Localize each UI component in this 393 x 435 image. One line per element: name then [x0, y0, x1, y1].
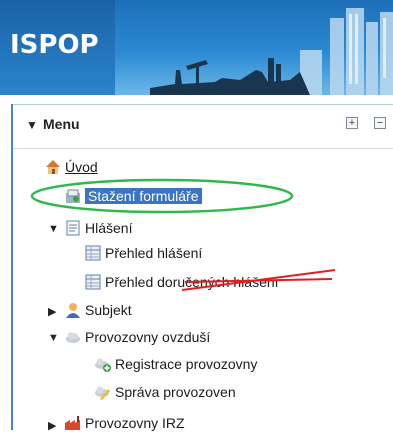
expand-arrow-icon[interactable]: ▼	[48, 332, 59, 344]
tree-item-label: Správa provozoven	[115, 384, 236, 400]
app-banner: ISPOP	[0, 0, 393, 95]
tree-item-sprava-provozoven[interactable]: Správa provozoven	[94, 382, 236, 402]
factory-icon	[64, 414, 82, 432]
tree-item-registrace-provozovny[interactable]: Registrace provozovny	[94, 354, 257, 374]
table-icon	[84, 244, 102, 262]
menu-title: Menu	[43, 116, 80, 132]
tree-item-label: Subjekt	[85, 302, 132, 318]
tree-item-label: Přehled doručených hlášení	[105, 274, 279, 290]
tree-item-provozovny-ovzdusi[interactable]: Provozovny ovzduší	[64, 327, 210, 347]
document-icon	[64, 219, 82, 237]
tree-item-stazeni-formulare[interactable]: Stažení formuláře	[64, 186, 202, 206]
tree-item-label: Provozovny IRZ	[85, 415, 185, 431]
panel-header-divider	[13, 148, 393, 149]
tree-item-label: Provozovny ovzduší	[85, 329, 211, 345]
collapse-triangle-icon[interactable]: ▼	[26, 118, 38, 132]
panel-left-border	[11, 104, 13, 430]
tree-item-subjekt[interactable]: Subjekt	[64, 300, 132, 320]
tree-item-label: Přehled hlášení	[105, 245, 203, 261]
expand-arrow-icon[interactable]: ▼	[48, 223, 59, 235]
tree-item-provozovny-irz[interactable]: Provozovny IRZ	[64, 413, 185, 433]
cloud-add-icon	[94, 355, 112, 373]
cloud-icon	[64, 328, 82, 346]
tree-item-label: Registrace provozovny	[115, 356, 258, 372]
tree-item-hlaseni[interactable]: Hlášení	[64, 218, 132, 238]
tree-item-prehled-dorucenych-hlaseni[interactable]: Přehled doručených hlášení	[84, 272, 279, 292]
tree-item-label: Stažení formuláře	[85, 188, 202, 204]
collapse-all-icon[interactable]: −	[374, 117, 386, 129]
expand-arrow-icon[interactable]: ▶	[48, 419, 56, 432]
tree-item-prehled-hlaseni[interactable]: Přehled hlášení	[84, 243, 202, 263]
tree-item-label: Hlášení	[85, 220, 133, 236]
banner-illustration	[150, 8, 393, 95]
menu-panel-header: ▼ Menu + −	[11, 104, 393, 148]
expand-arrow-icon[interactable]: ▶	[48, 305, 56, 318]
expand-all-icon[interactable]: +	[346, 117, 358, 129]
home-icon	[44, 158, 62, 176]
table-icon	[84, 273, 102, 291]
cloud-edit-icon	[94, 383, 112, 401]
tree-item-uvod[interactable]: Úvod	[44, 157, 98, 177]
form-download-icon	[64, 187, 82, 205]
tree-item-label: Úvod	[65, 159, 98, 175]
user-icon	[64, 301, 82, 319]
